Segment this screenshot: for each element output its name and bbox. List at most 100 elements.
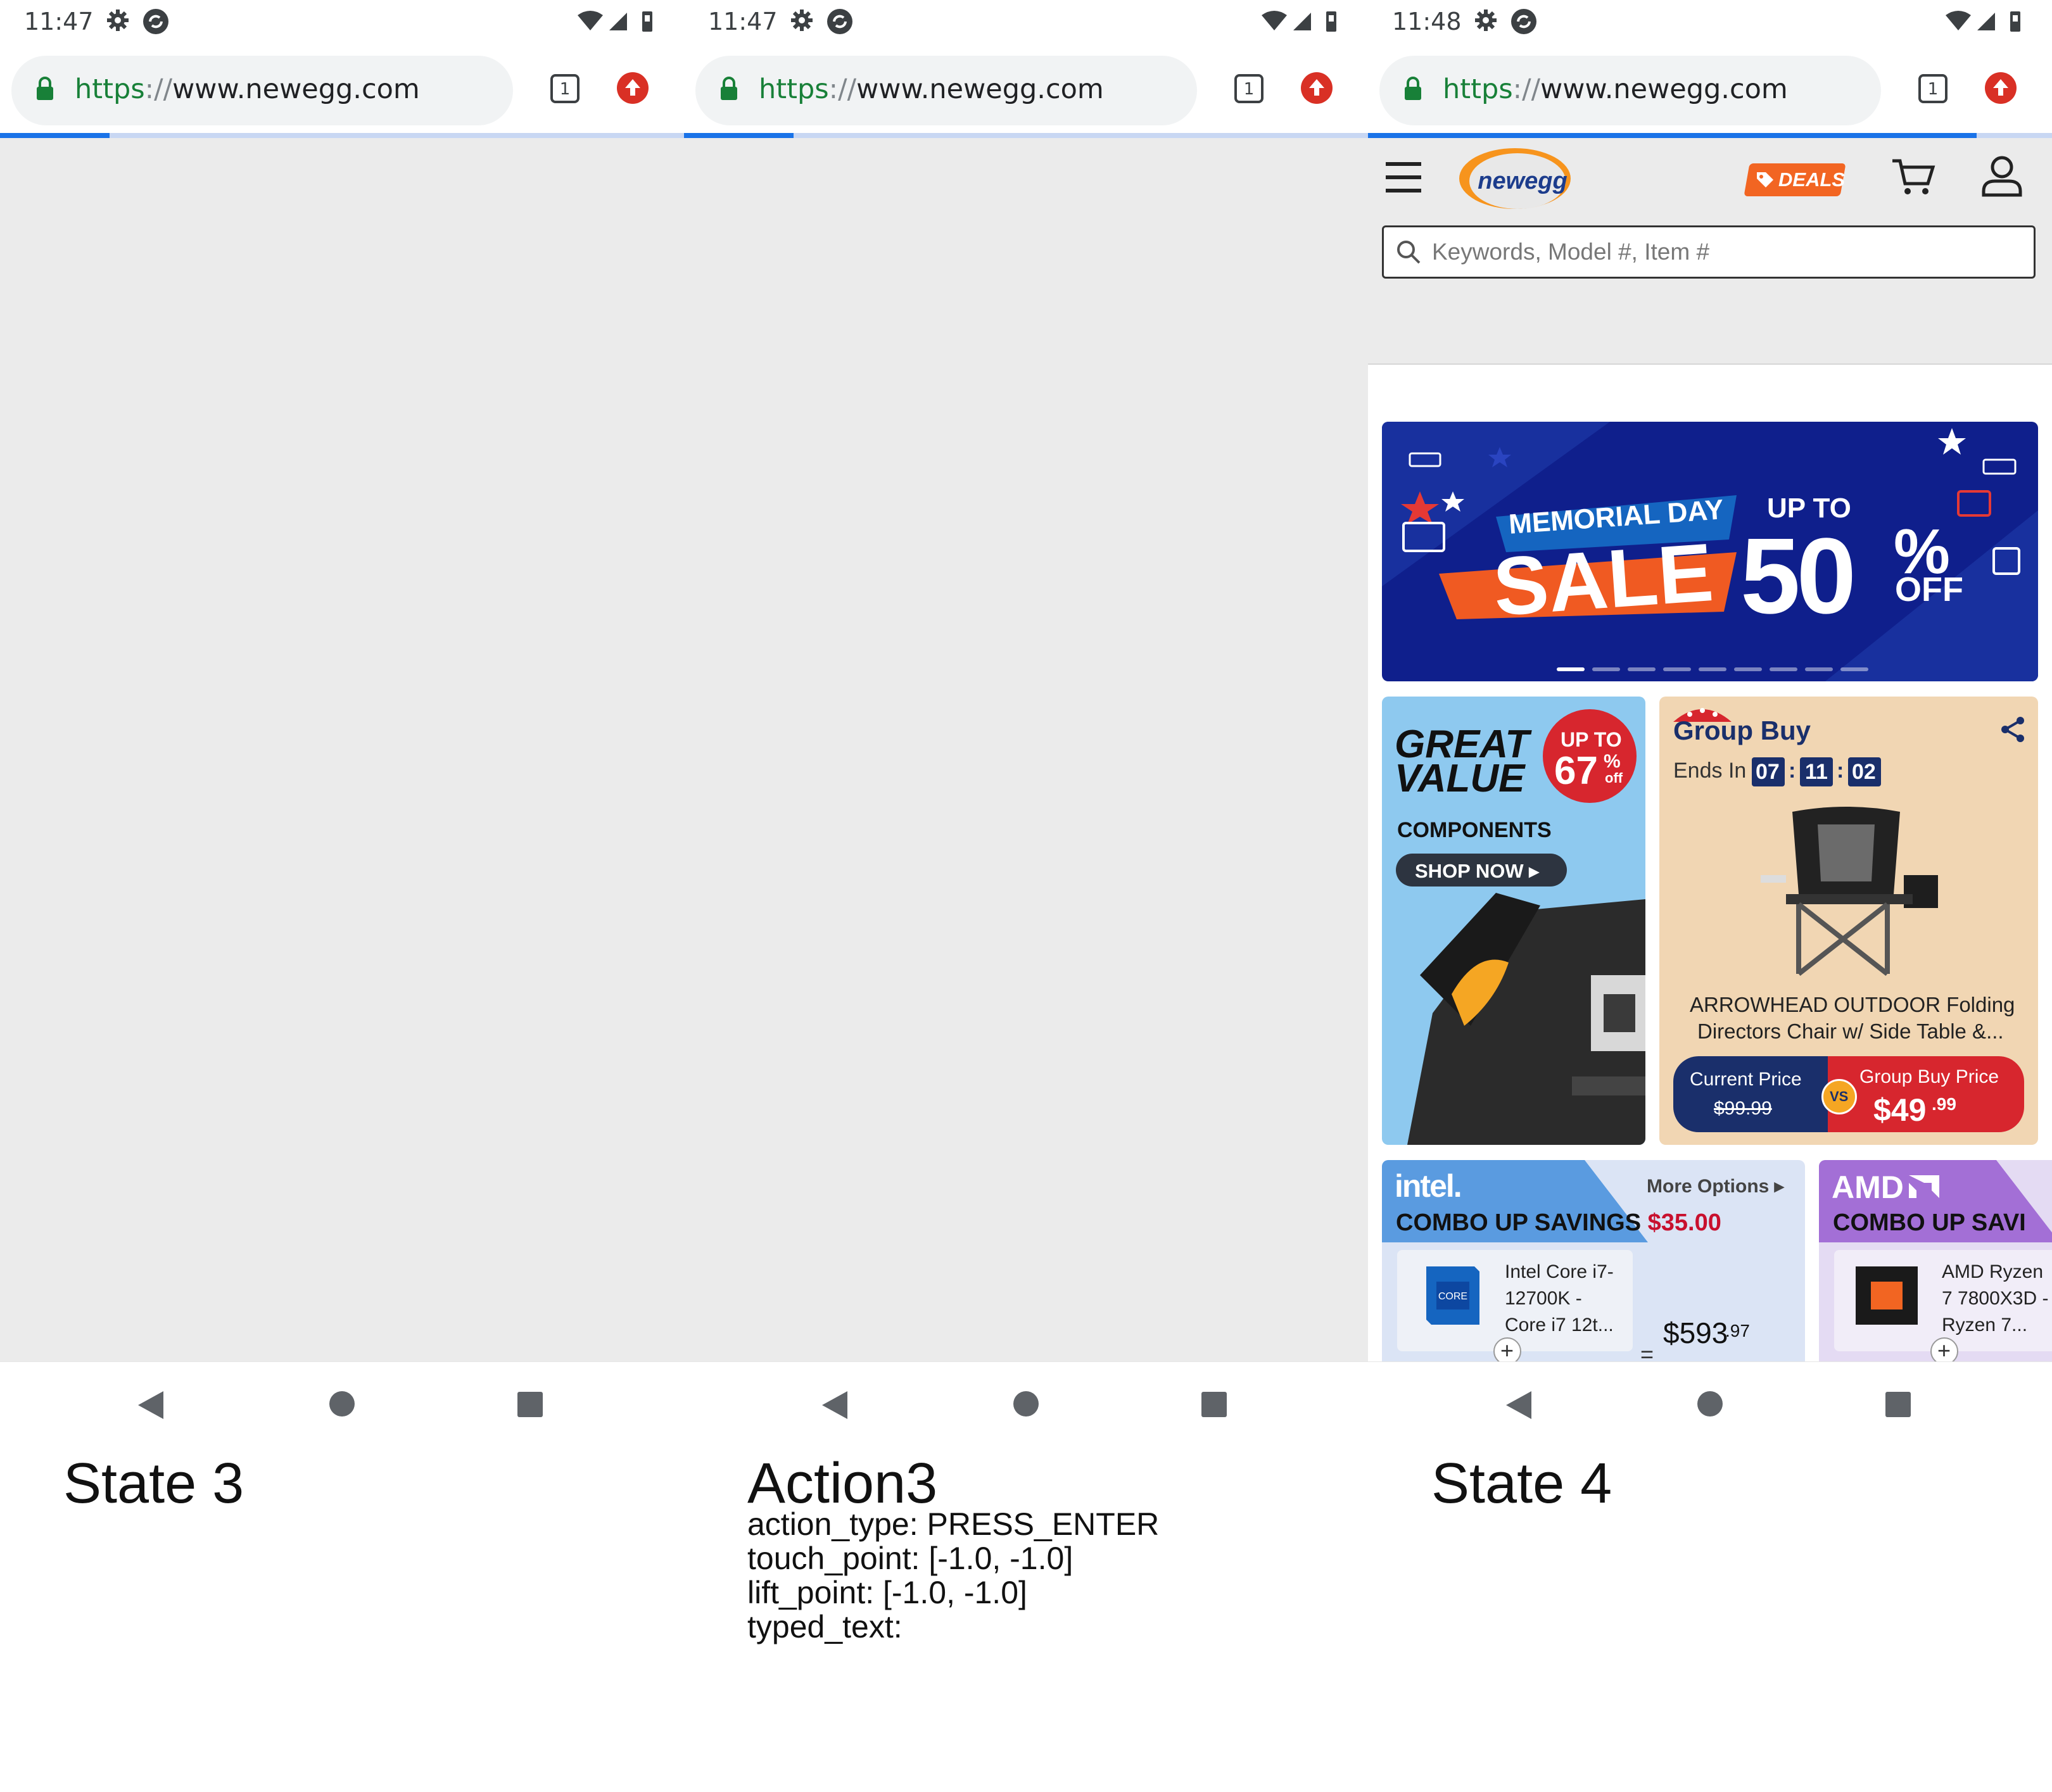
action-lift-point: lift_point: [-1.0, -1.0] [747, 1575, 1027, 1610]
url-field[interactable]: https://www.newegg.com [1379, 56, 1881, 125]
action-touch-point: touch_point: [-1.0, -1.0] [747, 1541, 1074, 1576]
carousel-dot[interactable] [1699, 667, 1726, 671]
tab-switcher-button[interactable]: 1 [1234, 73, 1264, 104]
deals-button[interactable]: DEALS [1744, 163, 1846, 196]
intel-logo: intel. [1395, 1168, 1462, 1204]
android-nav-bar [0, 1361, 684, 1444]
state-4-panel: 11:48 https://www.newegg.com 1 newegg DE… [1368, 0, 2052, 1792]
group-buy-card[interactable]: Group Buy Ends In 07 : 11 : 02 ARROWHEAD… [1659, 697, 2038, 1145]
components-label: COMPONENTS [1397, 818, 1552, 842]
timer-separator: : [1789, 759, 1796, 783]
intel-product-line1: Intel Core i7- [1505, 1261, 1614, 1282]
banner-percent: 50 [1740, 516, 1856, 636]
carousel-dot[interactable] [1557, 667, 1585, 671]
menu-icon[interactable] [1386, 161, 1421, 194]
lock-icon [721, 77, 737, 100]
intel-product-tile[interactable]: CORE Intel Core i7- 12700K - Core i7 12t… [1397, 1250, 1633, 1351]
update-icon[interactable] [616, 71, 650, 105]
blank-page-area [684, 138, 1368, 1361]
url-text: https://www.newegg.com [1443, 73, 1788, 105]
sync-icon [827, 9, 852, 34]
amd-product-line1: AMD Ryzen [1942, 1261, 2044, 1282]
tag-icon [1757, 172, 1773, 187]
load-progress-bar [1368, 133, 2052, 138]
great-value-card[interactable]: GREAT VALUE UP TO 67 % off COMPONENTS SH… [1382, 697, 1645, 1145]
back-icon[interactable] [821, 1390, 849, 1420]
newegg-header: newegg DEALS Keywords, Model #, Item # [1368, 138, 2052, 365]
amd-cpu-box-image [1856, 1266, 1918, 1325]
group-buy-price-main: $49 [1873, 1092, 1927, 1128]
great-value-line2: VALUE [1395, 757, 1525, 800]
carousel-dot[interactable] [1770, 667, 1797, 671]
carousel-dot[interactable] [1592, 667, 1620, 671]
share-icon[interactable] [2000, 716, 2025, 743]
shop-now-label: SHOP NOW ▸ [1415, 860, 1539, 882]
home-icon[interactable] [1696, 1390, 1724, 1418]
search-icon [1397, 241, 1421, 264]
signal-battery-icons [1262, 11, 1336, 32]
search-input[interactable]: Keywords, Model #, Item # [1382, 225, 2036, 279]
discount-badge: UP TO 67 % off [1543, 709, 1637, 803]
sync-icon [143, 9, 168, 34]
intel-combo-title: COMBO UP SAVINGS $35.00 [1396, 1209, 1721, 1236]
amd-product-tile[interactable]: AMD Ryzen 7 7800X3D - Ryzen 7... [1834, 1250, 2052, 1351]
carousel-dot[interactable] [1805, 667, 1833, 671]
carousel-dots[interactable] [1557, 667, 1873, 672]
tab-switcher-button[interactable]: 1 [1918, 73, 1948, 104]
panel-caption: State 4 [1431, 1452, 1612, 1515]
add-combo-item-button[interactable]: + [1493, 1337, 1521, 1361]
cart-icon[interactable] [1891, 157, 1935, 198]
shop-now-button[interactable]: SHOP NOW ▸ [1396, 854, 1567, 887]
browser-toolbar: https://www.newegg.com 1 [684, 42, 1368, 134]
more-options-link[interactable]: More Options ▸ [1647, 1175, 1784, 1197]
group-buy-price-box: Group Buy Price $49 .99 [1828, 1056, 2024, 1132]
timer-separator: : [1837, 759, 1844, 783]
url-text: https://www.newegg.com [75, 73, 420, 105]
recents-icon[interactable] [1885, 1391, 1911, 1418]
carousel-dot[interactable] [1663, 667, 1691, 671]
banner-headline: SALE [1490, 526, 1716, 633]
load-progress-fill [0, 133, 110, 138]
carousel-dot[interactable] [1734, 667, 1762, 671]
amd-combo-card[interactable]: AMD COMBO UP SAVI AMD Ryzen 7 7800X3D - … [1819, 1160, 2052, 1361]
update-icon[interactable] [1984, 71, 2018, 105]
tab-count: 1 [1928, 80, 1939, 99]
equals-sign: = [1640, 1341, 1654, 1361]
recents-icon[interactable] [1201, 1391, 1227, 1418]
status-bar: 11:47 [0, 0, 684, 42]
back-icon[interactable] [1505, 1390, 1533, 1420]
status-time: 11:47 [24, 8, 94, 35]
url-text: https://www.newegg.com [759, 73, 1104, 105]
intel-product-line2: 12700K - [1505, 1288, 1582, 1309]
signal-battery-icons [578, 11, 652, 32]
current-price-box: Current Price $99.99 [1673, 1056, 1840, 1132]
tab-switcher-button[interactable]: 1 [550, 73, 580, 104]
product-title-line2: Directors Chair w/ Side Table &... [1697, 1019, 2004, 1043]
account-icon[interactable] [1981, 155, 2023, 198]
amd-combo-title: COMBO UP SAVI [1833, 1209, 2026, 1236]
intel-combo-price-cents: .97 [1725, 1321, 1750, 1341]
update-icon[interactable] [1300, 71, 1334, 105]
home-icon[interactable] [1012, 1390, 1040, 1418]
url-field[interactable]: https://www.newegg.com [695, 56, 1197, 125]
newegg-page: newegg DEALS Keywords, Model #, Item # M… [1368, 138, 2052, 1361]
android-nav-bar [684, 1361, 1368, 1444]
banner-off: OFF [1895, 571, 1963, 609]
memorial-day-banner[interactable]: MEMORIAL DAY SALE UP TO 50 % OFF [1382, 422, 2038, 681]
home-icon[interactable] [328, 1390, 356, 1418]
carousel-dot[interactable] [1628, 667, 1656, 671]
recents-icon[interactable] [517, 1391, 543, 1418]
intel-combo-card[interactable]: intel. More Options ▸ COMBO UP SAVINGS $… [1382, 1160, 1805, 1361]
browser-toolbar: https://www.newegg.com 1 [1368, 42, 2052, 134]
back-icon[interactable] [137, 1390, 165, 1420]
newegg-logo[interactable]: newegg [1454, 143, 1581, 211]
sync-icon [1511, 9, 1536, 34]
tab-count: 1 [560, 80, 571, 99]
deals-label: DEALS [1778, 168, 1846, 191]
add-combo-item-button[interactable]: + [1930, 1337, 1958, 1361]
url-field[interactable]: https://www.newegg.com [11, 56, 513, 125]
badge-off: off [1605, 770, 1623, 786]
lock-icon [1405, 77, 1421, 100]
carousel-dot[interactable] [1840, 667, 1868, 671]
group-buy-price-label: Group Buy Price [1859, 1066, 1999, 1087]
